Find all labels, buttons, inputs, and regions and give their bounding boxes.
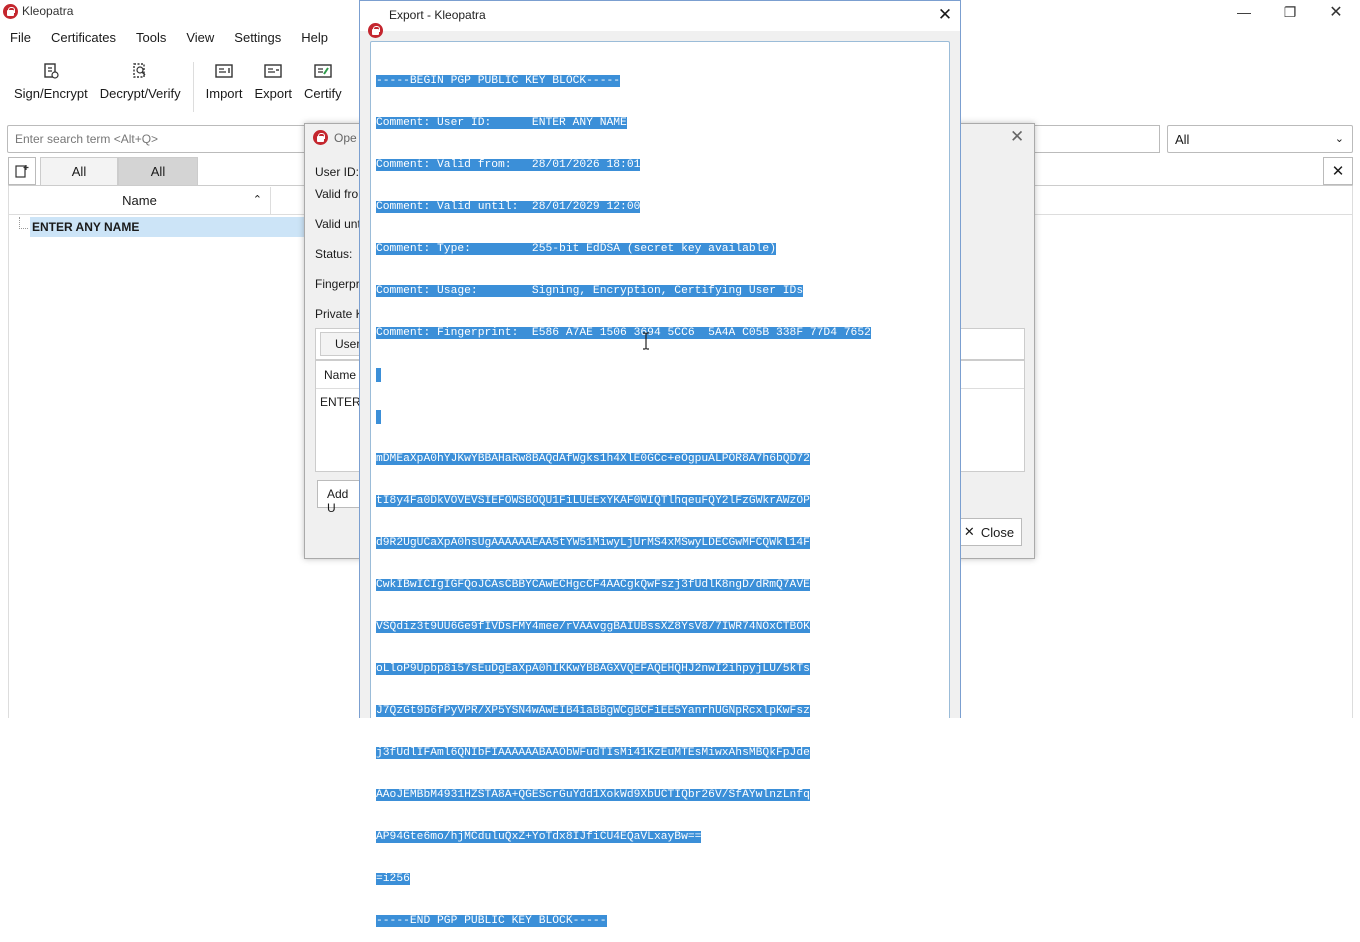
import-button[interactable]: Import [200,62,249,108]
status-label: Status: [315,247,353,261]
sign-encrypt-icon [42,62,60,80]
filter-select[interactable]: All ⌄ [1167,125,1353,153]
text-cursor-icon [643,332,649,350]
details-dialog-title: Ope [334,131,357,145]
tree-branch-line [19,217,28,229]
key-line: AP94Gte6mo/hjMCduluQxZ+YoTdx8IJfiCU4EQaV… [376,831,702,843]
key-line: AAoJEMBbM4931HZSTA8A+QGEScrGuYdd1XokWd9X… [376,789,810,801]
menubar: File Certificates Tools View Settings He… [0,28,338,48]
private-key-label: Private K [315,307,364,321]
certify-label: Certify [304,86,342,101]
export-icon [264,62,282,80]
key-line: d9R2UgUCaXpA0hsUgAAAAAAEAA5tYW51MiwyLjUr… [376,537,810,549]
main-window-title: Kleopatra [22,4,74,18]
certify-icon [314,62,332,80]
close-window-icon[interactable]: ✕ [1313,0,1359,24]
menu-certificates[interactable]: Certificates [41,28,126,48]
key-line: J7QzGt9b6fPyVPR/XP5YSN4wAwEIB4iaBBgWCgBC… [376,705,810,717]
key-line: tI8y4Fa0DkVOVEVSIEFOWSBOQU1FiLUEExYKAF0W… [376,495,810,507]
export-dialog-title: Export - Kleopatra [389,8,486,22]
column-header-name-label: Name [122,193,157,208]
valid-from-label: Valid fro [315,187,359,201]
export-logo-icon [368,23,383,38]
decrypt-verify-icon [131,62,149,80]
key-line: CwkIBwICIgIGFQoJCAsCBBYCAwECHgcCF4AACgkQ… [376,579,810,591]
restore-icon[interactable]: ❐ [1267,0,1313,24]
certificate-row-selected[interactable]: ENTER ANY NAME [30,217,306,237]
import-icon [215,62,233,80]
user-ids-cell[interactable]: ENTER [320,395,361,409]
key-line: Comment: Type: 255-bit EdDSA (secret key… [376,243,776,255]
valid-until-label: Valid unt [315,217,361,231]
toolbar-separator [192,62,194,112]
close-icon: ✕ [963,524,975,539]
fingerprint-label: Fingerpri [315,277,363,291]
export-close-icon[interactable]: ✕ [933,4,957,26]
key-line: Comment: Valid from: 28/01/2026 18:01 [376,159,641,171]
column-header-name[interactable]: Name ⌃ [9,187,271,215]
filter-select-value: All [1175,132,1190,147]
key-line: VSQdiz3t9UU6Ge9fIVDsFMY4mee/rVAAvggBAIUB… [376,621,810,633]
menu-help[interactable]: Help [291,28,338,48]
key-line: -----BEGIN PGP PUBLIC KEY BLOCK----- [376,75,621,87]
export-label: Export [254,86,293,101]
key-line: =i256 [376,873,410,885]
menu-tools[interactable]: Tools [126,28,176,48]
details-logo-icon [313,130,328,145]
key-line: -----END PGP PUBLIC KEY BLOCK----- [376,915,607,927]
key-line: Comment: Valid until: 28/01/2029 12:00 [376,201,641,213]
key-line: Comment: Usage: Signing, Encryption, Cer… [376,285,804,297]
user-id-label: User ID: [315,165,360,179]
details-close-icon[interactable]: ✕ [1010,127,1024,147]
key-line: Comment: Fingerprint: E586 A7AE 1506 369… [376,327,871,339]
key-line: oLloP9Upbp8i57sEuDgEaXpA0hIKKwYBBAGXVQEF… [376,663,810,675]
details-close-button[interactable]: ✕ Close [956,518,1022,546]
key-line: mDMEaXpA0hYJKwYBBAHaRw8BAQdAfWgks1h4XlE0… [376,453,810,465]
sign-encrypt-label: Sign/Encrypt [14,86,88,101]
exported-key-text[interactable]: -----BEGIN PGP PUBLIC KEY BLOCK----- Com… [376,46,946,942]
menu-view[interactable]: View [176,28,224,48]
menu-settings[interactable]: Settings [224,28,291,48]
certify-button[interactable]: Certify [298,62,348,108]
search-input[interactable]: Enter search term <Alt+Q> [7,125,307,153]
new-tab-icon [15,165,29,178]
new-tab-button[interactable] [8,157,36,185]
chevron-down-icon: ⌄ [1334,133,1344,145]
tab-all-1[interactable]: All [40,157,118,185]
toolbar: Sign/Encrypt Decrypt/Verify Import Expor… [8,62,348,112]
import-label: Import [205,86,243,101]
sort-ascending-icon: ⌃ [252,194,262,206]
decrypt-verify-button[interactable]: Decrypt/Verify [94,62,187,108]
key-line: Comment: User ID: ENTER ANY NAME [376,117,627,129]
details-close-button-label: Close [980,524,1015,540]
menu-file[interactable]: File [0,28,41,48]
key-line: j3fUdlIFAml6QNIbFIAAAAAABAAObWFudTIsMi41… [376,747,810,759]
close-tab-icon[interactable]: ✕ [1323,157,1353,185]
minimize-icon[interactable]: — [1221,0,1267,24]
kleopatra-logo-icon [3,4,18,19]
key-line [376,410,946,424]
tab-all-2[interactable]: All [118,157,198,185]
sign-encrypt-button[interactable]: Sign/Encrypt [8,62,94,108]
tab-user-ids[interactable]: User [320,332,362,356]
decrypt-verify-label: Decrypt/Verify [99,86,181,101]
export-button[interactable]: Export [248,62,298,108]
key-line [376,368,946,382]
